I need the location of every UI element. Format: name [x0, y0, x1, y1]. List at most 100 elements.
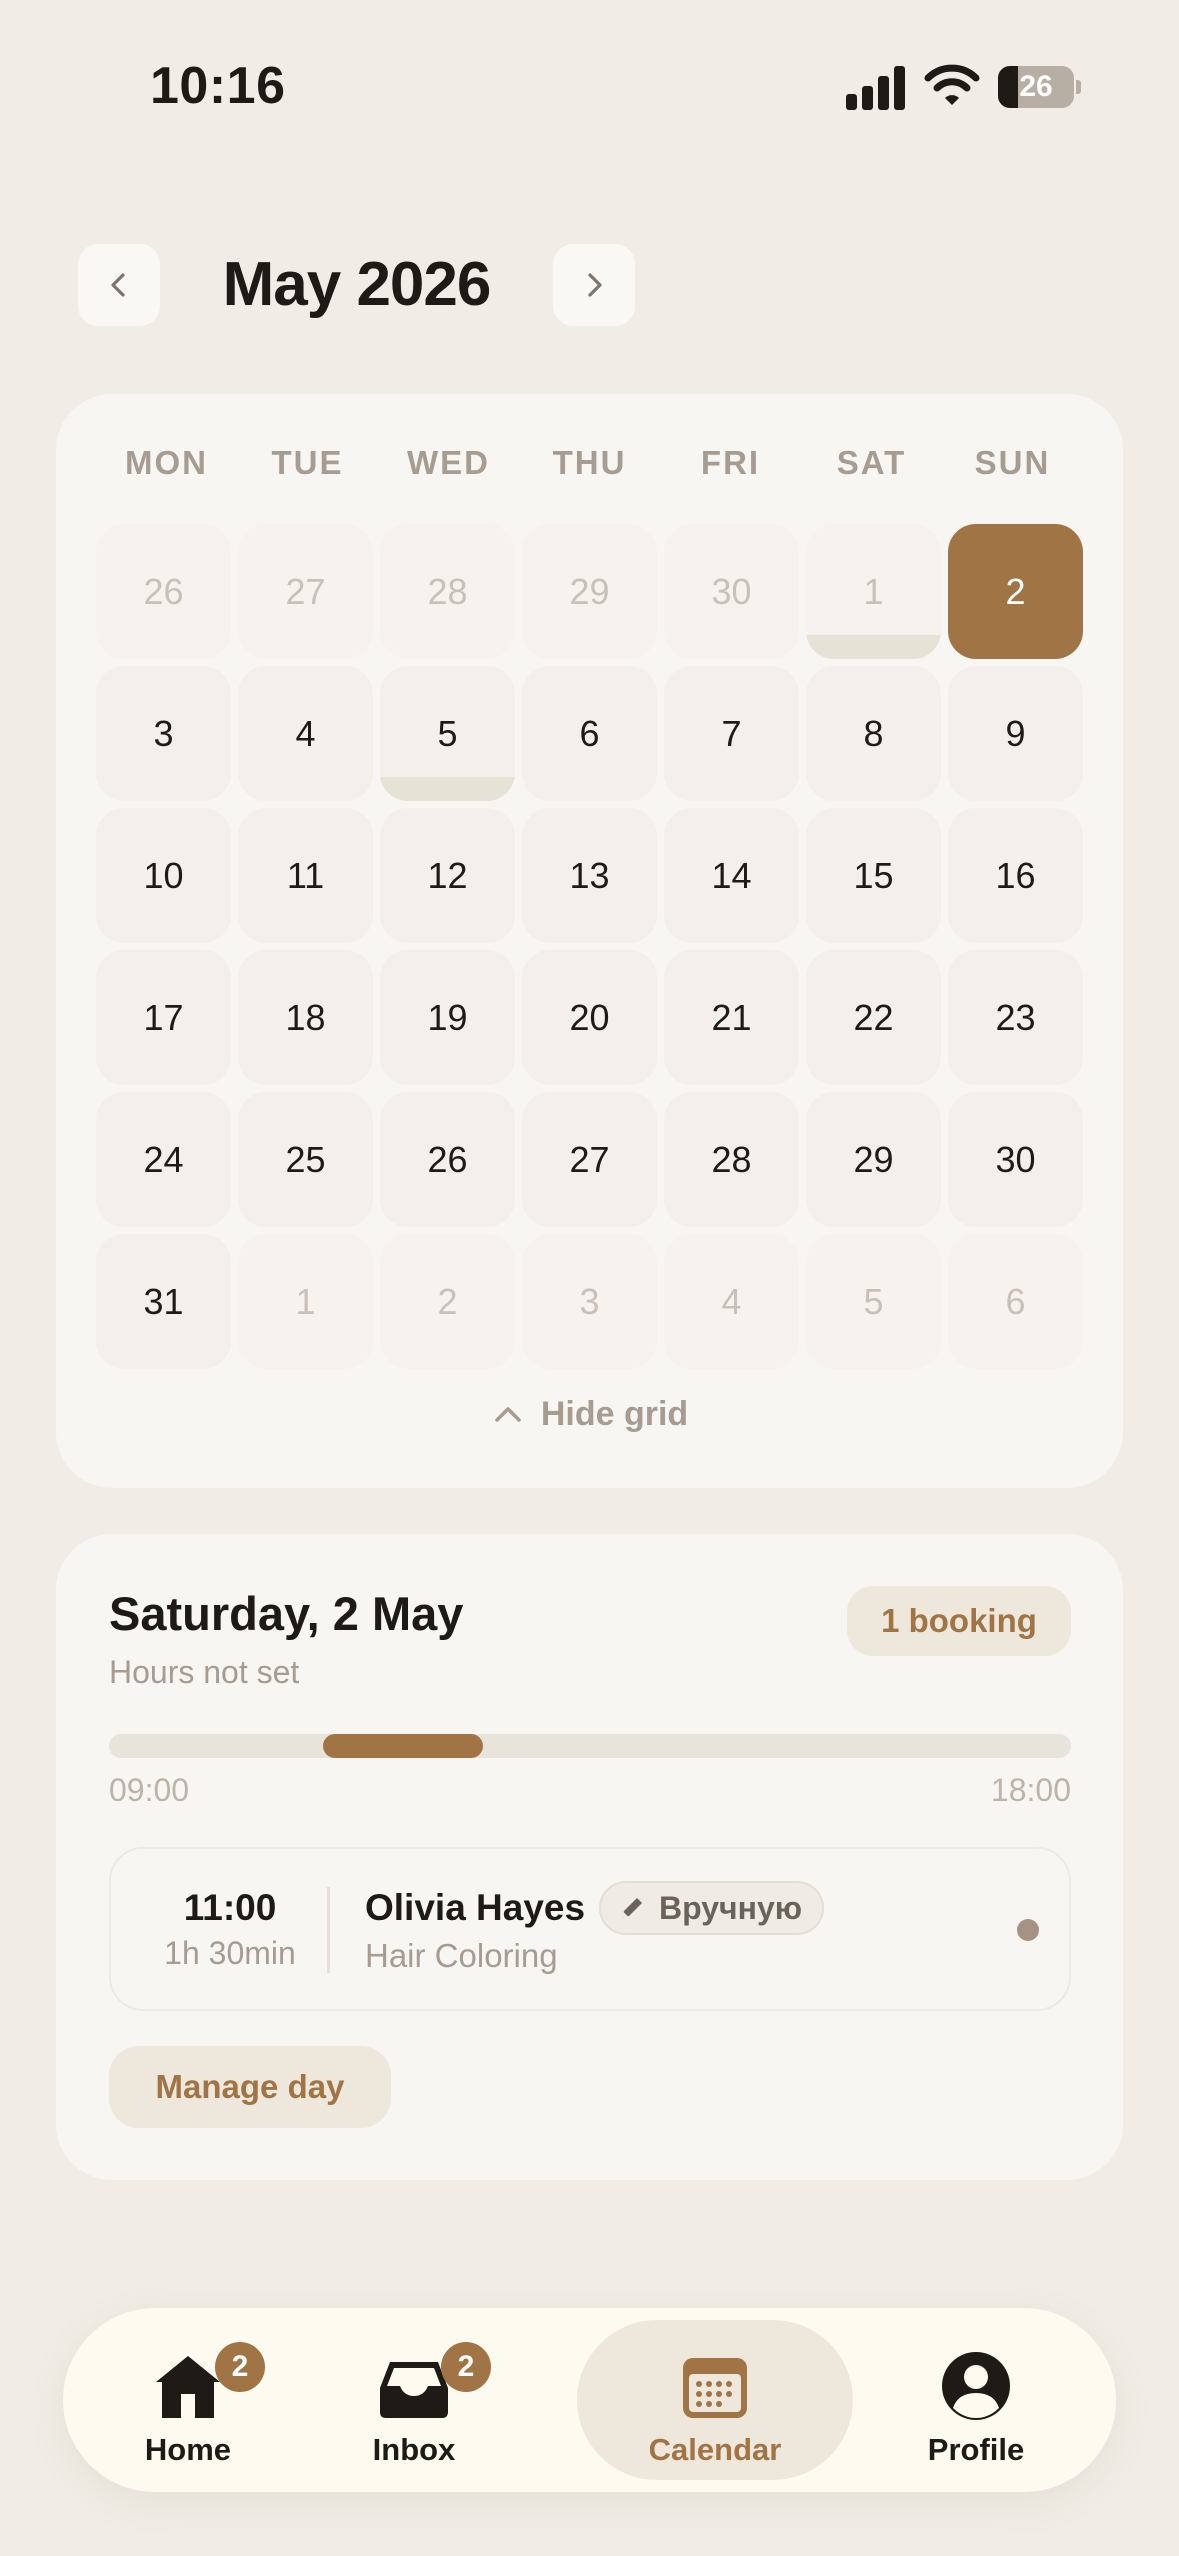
day-number: 4 [295, 712, 316, 754]
calendar-day[interactable]: 20 [522, 950, 657, 1085]
hide-grid-button[interactable]: Hide grid [56, 1389, 1123, 1439]
pencil-icon [622, 1898, 642, 1918]
calendar-day[interactable]: 10 [96, 808, 231, 943]
day-number: 21 [711, 996, 752, 1038]
day-number: 5 [863, 1280, 884, 1322]
calendar-day[interactable]: 27 [238, 524, 373, 659]
calendar-day[interactable]: 15 [806, 808, 941, 943]
tab-label: Home [144, 2432, 232, 2467]
home-badge: 2 [215, 2342, 265, 2392]
day-number: 27 [285, 570, 326, 612]
day-number: 1 [295, 1280, 316, 1322]
tab-label: Inbox [372, 2432, 456, 2467]
timeline-start-label: 09:00 [109, 1772, 190, 1808]
calendar-day[interactable]: 28 [664, 1092, 799, 1227]
weekday-label: SAT [836, 444, 907, 481]
prev-month-button[interactable] [78, 244, 160, 326]
day-number: 6 [1005, 1280, 1026, 1322]
calendar-day[interactable]: 21 [664, 950, 799, 1085]
profile-icon [942, 2352, 1010, 2420]
calendar-day[interactable]: 18 [238, 950, 373, 1085]
day-number: 28 [711, 1138, 752, 1180]
day-number: 4 [721, 1280, 742, 1322]
calendar-day[interactable]: 29 [522, 524, 657, 659]
calendar-day[interactable]: 27 [522, 1092, 657, 1227]
calendar-day[interactable]: 30 [948, 1092, 1083, 1227]
calendar-day[interactable]: 22 [806, 950, 941, 1085]
day-number: 29 [853, 1138, 894, 1180]
day-number: 11 [286, 854, 325, 896]
day-number: 25 [285, 1138, 326, 1180]
calendar-day[interactable]: 31 [96, 1234, 231, 1369]
calendar-day[interactable]: 14 [664, 808, 799, 943]
calendar-day[interactable]: 5 [380, 666, 515, 801]
calendar-day[interactable]: 16 [948, 808, 1083, 943]
day-number: 3 [153, 712, 174, 754]
booking-item[interactable]: 11:00 1h 30min Olivia Hayes Вручную Hair… [109, 1847, 1071, 2011]
calendar-day[interactable]: 17 [96, 950, 231, 1085]
battery-icon: 26 [998, 66, 1081, 108]
weekday-label: WED [407, 444, 490, 481]
signal-icon [846, 66, 906, 110]
day-number: 26 [143, 570, 184, 612]
tab-inbox[interactable]: 2 Inbox [301, 2320, 527, 2480]
calendar-day[interactable]: 23 [948, 950, 1083, 1085]
calendar-day[interactable]: 26 [96, 524, 231, 659]
calendar-day[interactable]: 4 [238, 666, 373, 801]
calendar-day[interactable]: 1 [806, 524, 941, 659]
calendar-day[interactable]: 29 [806, 1092, 941, 1227]
selected-day-title: Saturday, 2 May [109, 1587, 464, 1640]
chevron-right-icon [588, 273, 602, 297]
tab-home[interactable]: 2 Home [75, 2320, 301, 2480]
day-number: 19 [427, 996, 468, 1038]
calendar-day[interactable]: 13 [522, 808, 657, 943]
calendar-day[interactable]: 8 [806, 666, 941, 801]
month-title: May 2026 [222, 250, 492, 319]
day-number: 8 [863, 712, 884, 754]
day-number: 5 [437, 712, 458, 754]
day-number: 24 [143, 1138, 184, 1180]
calendar-day[interactable]: 28 [380, 524, 515, 659]
calendar-day[interactable]: 30 [664, 524, 799, 659]
calendar-day[interactable]: 6 [948, 1234, 1083, 1369]
timeline-booking-block[interactable] [322, 1734, 484, 1758]
manage-day-button[interactable]: Manage day [109, 2046, 391, 2128]
day-timeline [109, 1734, 1071, 1758]
booking-count-badge[interactable]: 1 booking [847, 1586, 1071, 1656]
day-number: 17 [143, 996, 184, 1038]
day-number: 30 [711, 570, 752, 612]
calendar-day[interactable]: 24 [96, 1092, 231, 1227]
calendar-day[interactable]: 9 [948, 666, 1083, 801]
tab-label: Calendar [648, 2432, 782, 2467]
tab-calendar[interactable]: Calendar [577, 2320, 853, 2480]
calendar-day[interactable]: 11 [238, 808, 373, 943]
day-number: 12 [427, 854, 468, 896]
calendar-day[interactable]: 12 [380, 808, 515, 943]
day-number: 15 [853, 854, 894, 896]
day-number: 20 [569, 996, 610, 1038]
calendar-day[interactable]: 19 [380, 950, 515, 1085]
calendar-card: MON TUE WED THU FRI SAT SUN 26 27 28 29 30 1 2… [56, 394, 1123, 1488]
calendar-day[interactable]: 26 [380, 1092, 515, 1227]
calendar-day[interactable]: 1 [238, 1234, 373, 1369]
tab-profile[interactable]: Profile [863, 2320, 1089, 2480]
inbox-icon [380, 2362, 448, 2418]
calendar-day[interactable]: 3 [96, 666, 231, 801]
calendar-day[interactable]: 25 [238, 1092, 373, 1227]
day-number: 29 [569, 570, 610, 612]
calendar-day[interactable]: 3 [522, 1234, 657, 1369]
inbox-badge: 2 [441, 2342, 491, 2392]
calendar-day[interactable]: 2 [380, 1234, 515, 1369]
tab-bar: 2 Home 2 Inbox Calendar Profile [63, 2308, 1116, 2492]
tab-label: Profile [927, 2432, 1025, 2467]
chevron-left-icon [111, 273, 125, 297]
calendar-day[interactable]: 7 [664, 666, 799, 801]
calendar-day-selected[interactable]: 2 [948, 524, 1083, 659]
calendar-day[interactable]: 5 [806, 1234, 941, 1369]
day-number: 9 [1005, 712, 1026, 754]
calendar-day[interactable]: 6 [522, 666, 657, 801]
calendar-grid: 26 27 28 29 30 1 2 3 4 5 6 7 8 9 10 11 12 13 14 15 16 17 18 19 2… [96, 524, 1083, 1369]
calendar-day[interactable]: 4 [664, 1234, 799, 1369]
weekday-label: THU [552, 444, 627, 481]
next-month-button[interactable] [553, 244, 635, 326]
